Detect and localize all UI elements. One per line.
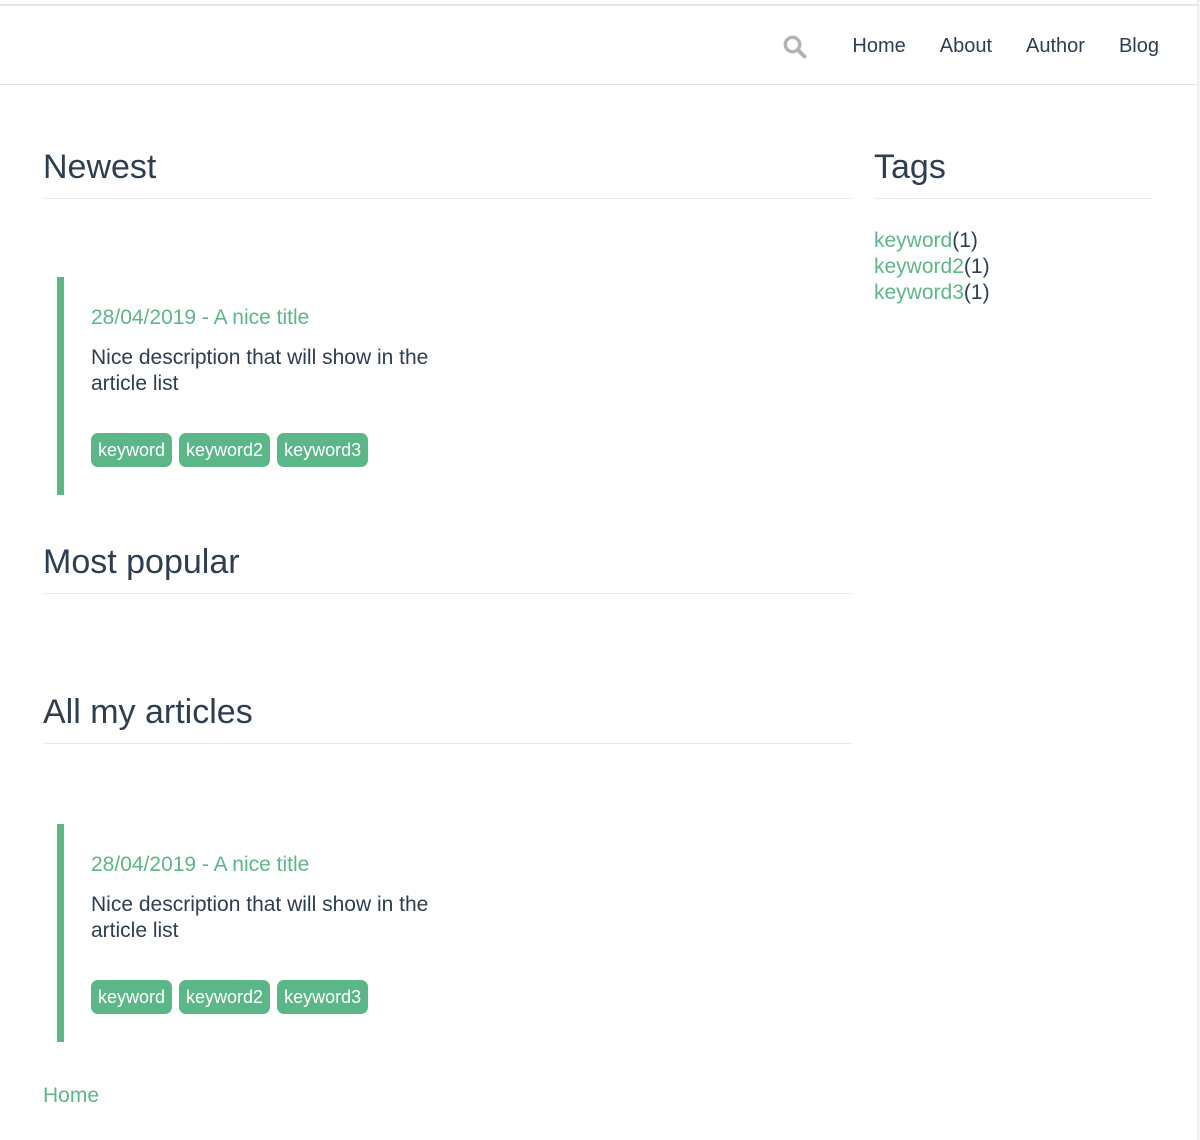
newest-heading: Newest xyxy=(43,146,851,199)
tag-badge-keyword3[interactable]: keyword3 xyxy=(277,433,369,467)
tag-badge-keyword[interactable]: keyword xyxy=(91,433,173,467)
sidebar-tag-link-keyword3[interactable]: keyword3 xyxy=(874,281,964,304)
sidebar-tag-link-keyword2[interactable]: keyword2 xyxy=(874,255,964,278)
all-articles-heading: All my articles xyxy=(43,691,851,744)
sidebar-tag-link-keyword[interactable]: keyword xyxy=(874,229,952,252)
main-nav: Home About Author Blog xyxy=(818,33,1159,59)
footer-home-link[interactable]: Home xyxy=(43,1083,99,1109)
nav-home-link[interactable]: Home xyxy=(852,33,905,59)
article-description: Nice description that will show in the a… xyxy=(91,893,429,942)
nav-about-link[interactable]: About xyxy=(940,33,992,59)
article-tag-list: keyword keyword2 keyword3 xyxy=(91,980,477,1014)
article-card-all: 28/04/2019 - A nice title Nice descripti… xyxy=(57,824,477,1042)
article-title-link[interactable]: 28/04/2019 - A nice title xyxy=(91,852,477,878)
nav-author-link[interactable]: Author xyxy=(1026,33,1085,59)
article-tag-list: keyword keyword2 keyword3 xyxy=(91,433,477,467)
sidebar-tag-item: keyword(1) xyxy=(874,228,990,254)
sidebar-tag-count: (1) xyxy=(963,281,990,304)
tag-badge-keyword[interactable]: keyword xyxy=(91,980,173,1014)
search-icon[interactable] xyxy=(782,34,808,60)
sidebar-tag-count: (1) xyxy=(963,255,990,278)
article-title-link[interactable]: 28/04/2019 - A nice title xyxy=(91,305,477,331)
article-card-newest: 28/04/2019 - A nice title Nice descripti… xyxy=(57,277,477,495)
tags-heading: Tags xyxy=(874,146,1152,199)
sidebar-tag-item: keyword2(1) xyxy=(874,254,990,280)
tag-badge-keyword2[interactable]: keyword2 xyxy=(179,980,271,1014)
nav-blog-link[interactable]: Blog xyxy=(1119,33,1159,59)
sidebar-tag-list: keyword(1) keyword2(1) keyword3(1) xyxy=(874,228,990,306)
tag-badge-keyword3[interactable]: keyword3 xyxy=(277,980,369,1014)
page: Home About Author Blog Newest 28/04/2019… xyxy=(0,0,1200,1140)
tag-badge-keyword2[interactable]: keyword2 xyxy=(179,433,271,467)
article-description: Nice description that will show in the a… xyxy=(91,346,429,395)
most-popular-heading: Most popular xyxy=(43,541,851,594)
site-header: Home About Author Blog xyxy=(0,6,1197,85)
sidebar-tag-count: (1) xyxy=(952,229,978,252)
sidebar-tag-item: keyword3(1) xyxy=(874,280,990,306)
